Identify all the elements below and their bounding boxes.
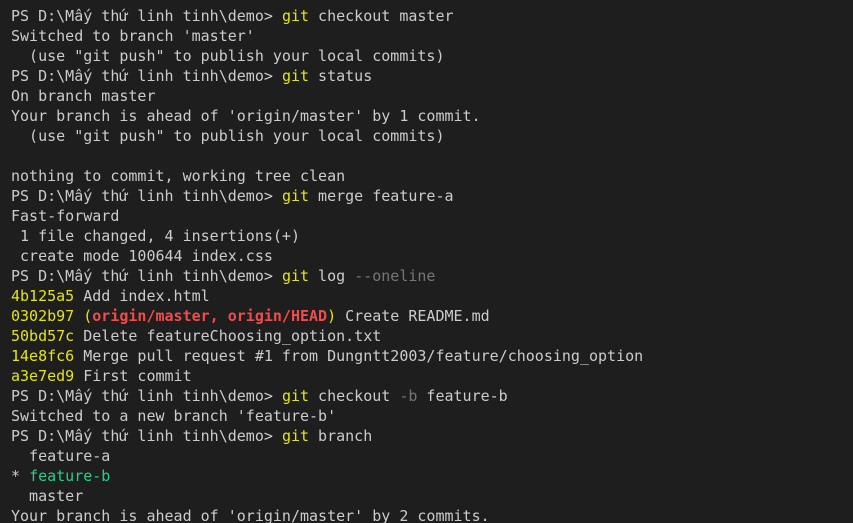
current-branch-marker: * (11, 467, 30, 485)
output-line: Your branch is ahead of 'origin/master' … (11, 507, 490, 523)
prompt-line: PS D:\Mấy thứ linh tinh\demo> git checko… (0, 6, 853, 26)
prompt: PS D:\Mấy thứ linh tinh\demo> (11, 7, 282, 25)
prompt-line: PS D:\Mấy thứ linh tinh\demo> git checko… (0, 386, 853, 406)
output-line: Fast-forward (11, 207, 120, 225)
log-entry: 50bd57c Delete featureChoosing_option.tx… (0, 326, 853, 346)
log-entry: 14e8fc6 Merge pull request #1 from Dungn… (0, 346, 853, 366)
output-line: On branch master (11, 87, 156, 105)
commit-hash: 14e8fc6 (11, 347, 75, 365)
output-line: (use "git push" to publish your local co… (11, 47, 445, 65)
log-entry: a3e7ed9 First commit (0, 366, 853, 386)
refs-close-paren: ) (327, 307, 337, 325)
output-line: create mode 100644 index.css (11, 247, 273, 265)
prompt: PS D:\Mấy thứ linh tinh\demo> (11, 267, 282, 285)
command-name: git (281, 67, 310, 85)
output-line: (use "git push" to publish your local co… (11, 127, 445, 145)
commit-refs: origin/master, origin/HEAD (92, 307, 328, 325)
prompt: PS D:\Mấy thứ linh tinh\demo> (11, 387, 282, 405)
branch-item-current: * feature-b (0, 466, 853, 486)
output-line: Your branch is ahead of 'origin/master' … (11, 107, 481, 125)
command-name: git (281, 387, 310, 405)
prompt: PS D:\Mấy thứ linh tinh\demo> (11, 187, 282, 205)
command-args: status (309, 67, 373, 85)
output-line: Switched to branch 'master' (11, 27, 255, 45)
current-branch-name: feature-b (29, 467, 111, 485)
prompt: PS D:\Mấy thứ linh tinh\demo> (11, 427, 282, 445)
prompt-line: PS D:\Mấy thứ linh tinh\demo> git merge … (0, 186, 853, 206)
commit-message: First commit (74, 367, 192, 385)
commit-message: Create README.md (336, 307, 490, 325)
commit-hash: 4b125a5 (11, 287, 75, 305)
commit-hash: 50bd57c (11, 327, 75, 345)
branch-item: master (11, 487, 84, 505)
command-name: git (281, 7, 310, 25)
refs-open-paren: ( (74, 307, 93, 325)
command-args: feature-b (417, 387, 508, 405)
command-args: merge feature-a (309, 187, 454, 205)
command-args: branch (309, 427, 373, 445)
branch-item: feature-a (11, 447, 111, 465)
command-name: git (281, 267, 310, 285)
output-line: 1 file changed, 4 insertions(+) (11, 227, 300, 245)
commit-hash: a3e7ed9 (11, 367, 75, 385)
prompt-line: PS D:\Mấy thứ linh tinh\demo> git status (0, 66, 853, 86)
command-flag: -b (399, 387, 418, 405)
command-name: git (281, 427, 310, 445)
command-args: checkout master (309, 7, 454, 25)
output-line: nothing to commit, working tree clean (11, 167, 346, 185)
command-name: git (281, 187, 310, 205)
commit-hash: 0302b97 (11, 307, 75, 325)
command-args: log (309, 267, 355, 285)
prompt-line: PS D:\Mấy thứ linh tinh\demo> git branch (0, 426, 853, 446)
command-flag: --oneline (354, 267, 436, 285)
command-args: checkout (309, 387, 400, 405)
commit-message: Add index.html (74, 287, 210, 305)
log-entry: 4b125a5 Add index.html (0, 286, 853, 306)
terminal-window[interactable]: PS D:\Mấy thứ linh tinh\demo> git checko… (0, 0, 853, 523)
commit-message: Merge pull request #1 from Dungntt2003/f… (74, 347, 644, 365)
log-entry: 0302b97 (origin/master, origin/HEAD) Cre… (0, 306, 853, 326)
prompt: PS D:\Mấy thứ linh tinh\demo> (11, 67, 282, 85)
commit-message: Delete featureChoosing_option.txt (74, 327, 382, 345)
output-line: Switched to a new branch 'feature-b' (11, 407, 337, 425)
prompt-line: PS D:\Mấy thứ linh tinh\demo> git log --… (0, 266, 853, 286)
